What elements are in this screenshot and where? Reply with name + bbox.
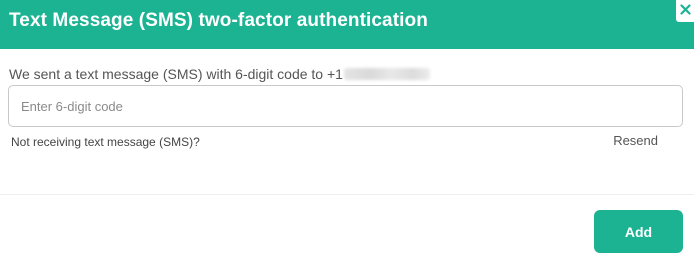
not-receiving-text: Not receiving text message (SMS)? bbox=[11, 135, 200, 149]
verification-code-input[interactable] bbox=[8, 85, 683, 127]
sms-sent-message: We sent a text message (SMS) with 6-digi… bbox=[9, 66, 430, 82]
resend-link[interactable]: Resend bbox=[613, 133, 658, 148]
add-button[interactable]: Add bbox=[594, 210, 683, 253]
dialog-title: Text Message (SMS) two-factor authentica… bbox=[9, 10, 428, 31]
close-icon bbox=[680, 4, 691, 15]
close-button[interactable] bbox=[676, 0, 694, 22]
footer-divider bbox=[0, 194, 694, 195]
dialog-header: Text Message (SMS) two-factor authentica… bbox=[0, 0, 694, 49]
sms-sent-text: We sent a text message (SMS) with 6-digi… bbox=[9, 66, 343, 82]
sms-2fa-dialog: Text Message (SMS) two-factor authentica… bbox=[0, 0, 694, 261]
redacted-phone-number bbox=[343, 68, 430, 80]
